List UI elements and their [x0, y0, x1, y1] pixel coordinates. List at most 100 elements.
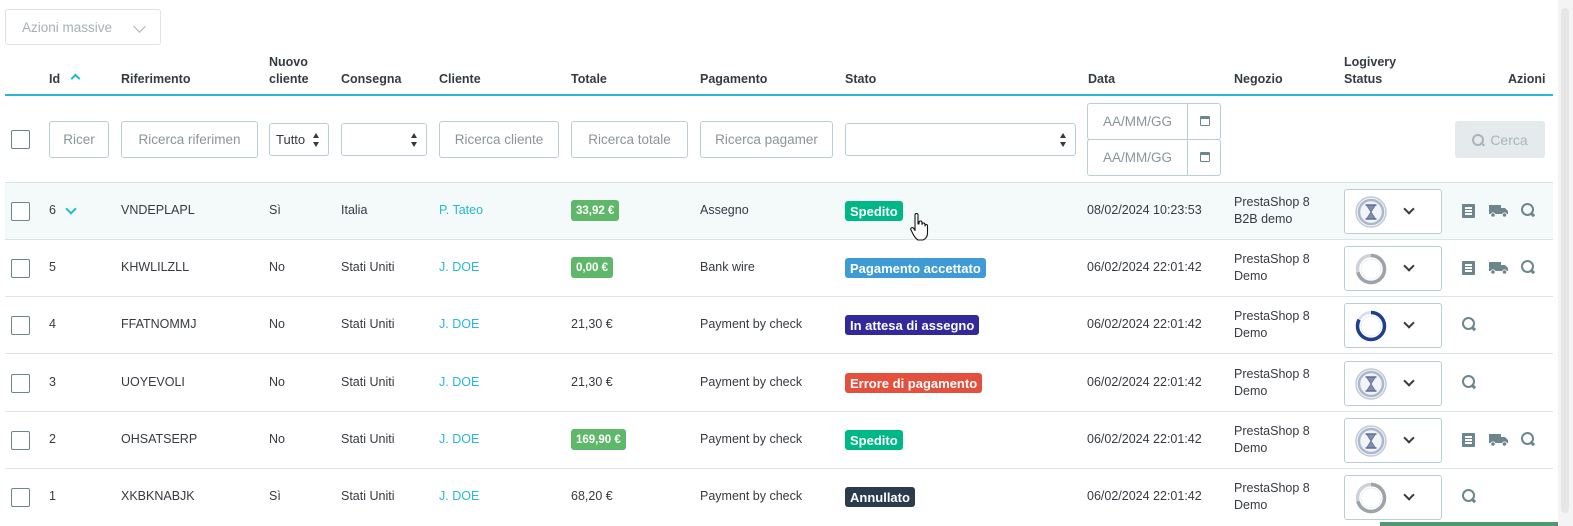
order-store-line1: PrestaShop 8 [1234, 367, 1310, 381]
order-status-badge[interactable]: Errore di pagamento [845, 373, 983, 393]
row-checkbox[interactable] [11, 431, 30, 450]
row-checkbox[interactable] [11, 259, 30, 278]
row-checkbox[interactable] [11, 202, 30, 221]
header-status[interactable]: Stato [845, 71, 876, 87]
order-client-link[interactable]: J. DOE [439, 317, 479, 331]
select-arrows-icon [411, 133, 418, 147]
header-total[interactable]: Totale [571, 71, 607, 87]
bottom-edge-strip [1380, 522, 1558, 526]
logivery-status-dropdown[interactable] [1344, 246, 1442, 291]
progress-ring-gray-icon [1355, 482, 1387, 514]
logivery-status-dropdown[interactable] [1344, 475, 1442, 520]
order-client-link[interactable]: J. DOE [439, 489, 479, 503]
row-checkbox[interactable] [11, 316, 30, 335]
order-id: 3 [49, 375, 56, 389]
order-client-link[interactable]: J. DOE [439, 432, 479, 446]
search-button-label: Cerca [1490, 131, 1528, 148]
select-arrows-icon [313, 133, 320, 147]
view-magnifier-icon[interactable] [1521, 260, 1535, 274]
filter-id-input[interactable]: Ricer [49, 121, 109, 158]
header-reference[interactable]: Riferimento [121, 71, 190, 87]
row-divider [5, 353, 1553, 354]
order-client-link[interactable]: J. DOE [439, 375, 479, 389]
order-payment: Payment by check [700, 489, 803, 503]
order-client-link[interactable]: P. Tateo [439, 203, 483, 217]
filter-payment-input[interactable]: Ricerca pagamer [700, 121, 833, 158]
order-client-link[interactable]: J. DOE [439, 260, 479, 274]
filter-total-input[interactable]: Ricerca totale [571, 121, 688, 158]
header-store[interactable]: Negozio [1234, 71, 1283, 87]
logivery-status-dropdown[interactable] [1344, 189, 1442, 234]
date-to-placeholder: AA/MM/GG [1103, 150, 1173, 165]
row-divider [5, 468, 1553, 469]
view-magnifier-icon[interactable] [1521, 432, 1535, 446]
progress-ring-blue-icon [1355, 310, 1387, 342]
view-magnifier-icon[interactable] [1462, 317, 1476, 331]
order-status-badge[interactable]: Pagamento accettato [845, 258, 986, 278]
bulk-actions-label: Azioni massive [22, 19, 113, 35]
order-total: 21,30 € [571, 375, 613, 389]
filter-delivery-select[interactable] [341, 123, 427, 156]
invoice-list-icon[interactable] [1462, 433, 1475, 447]
order-reference: OHSATSERP [121, 432, 198, 446]
filter-status-select[interactable] [845, 123, 1076, 156]
filter-reference-input[interactable]: Ricerca riferimen [121, 121, 258, 158]
order-delivery-country: Stati Uniti [341, 432, 395, 446]
date-to-calendar-button[interactable] [1187, 140, 1220, 175]
row-checkbox[interactable] [11, 374, 30, 393]
select-all-checkbox[interactable] [11, 130, 30, 149]
order-new-client: No [269, 375, 285, 389]
truck-icon[interactable] [1489, 204, 1509, 221]
invoice-list-icon[interactable] [1462, 204, 1475, 218]
order-delivery-country: Italia [341, 203, 368, 217]
chevron-down-icon [1403, 489, 1415, 501]
order-new-client: No [269, 432, 285, 446]
filter-client-input[interactable]: Ricerca cliente [439, 121, 559, 158]
date-from-calendar-button[interactable] [1187, 104, 1220, 139]
order-status-badge[interactable]: In attesa di assegno [845, 315, 980, 335]
scrollbar-thumb[interactable] [1561, 8, 1569, 513]
order-status-badge[interactable]: Spedito [845, 430, 903, 450]
view-magnifier-icon[interactable] [1462, 489, 1476, 503]
order-store-line2: Demo [1234, 326, 1268, 340]
header-delivery[interactable]: Consegna [341, 71, 401, 87]
search-button[interactable]: Cerca [1455, 121, 1545, 158]
order-status-badge[interactable]: Annullato [845, 487, 915, 507]
order-status-badge[interactable]: Spedito [845, 201, 903, 221]
view-magnifier-icon[interactable] [1462, 375, 1476, 389]
chevron-down-icon [133, 20, 146, 33]
hovered-row-background [5, 183, 1553, 240]
truck-icon[interactable] [1489, 261, 1509, 278]
bulk-actions-dropdown[interactable]: Azioni massive [5, 9, 161, 45]
order-store-line2: B2B demo [1234, 212, 1293, 226]
header-id[interactable]: Id [49, 71, 60, 87]
view-magnifier-icon[interactable] [1521, 203, 1535, 217]
header-divider [5, 94, 1553, 96]
order-new-client: No [269, 260, 285, 274]
order-store-line2: Demo [1234, 384, 1268, 398]
logivery-status-dropdown[interactable] [1344, 361, 1442, 406]
vertical-scrollbar[interactable] [1558, 0, 1573, 526]
header-client[interactable]: Cliente [439, 71, 481, 87]
filter-new-client-select[interactable]: Tutto [269, 123, 329, 156]
hourglass-status-icon [1355, 425, 1387, 457]
header-payment[interactable]: Pagamento [700, 71, 767, 87]
truck-icon[interactable] [1489, 433, 1509, 450]
header-new-client-line1: Nuovo [269, 55, 308, 69]
filter-date-from[interactable]: AA/MM/GG [1087, 103, 1221, 140]
header-actions: Azioni [1508, 72, 1546, 86]
order-delivery-country: Stati Uniti [341, 375, 395, 389]
filter-total-placeholder: Ricerca totale [588, 132, 671, 147]
filter-date-to[interactable]: AA/MM/GG [1087, 139, 1221, 176]
header-date[interactable]: Data [1088, 71, 1115, 87]
row-checkbox[interactable] [11, 488, 30, 507]
order-total-badge: 0,00 € [571, 257, 613, 278]
logivery-status-dropdown[interactable] [1344, 303, 1442, 348]
order-date: 06/02/2024 22:01:42 [1087, 375, 1202, 389]
order-payment: Payment by check [700, 317, 803, 331]
sort-ascending-icon[interactable] [70, 73, 81, 84]
chevron-down-icon [1403, 375, 1415, 387]
invoice-list-icon[interactable] [1462, 261, 1475, 275]
logivery-status-dropdown[interactable] [1344, 418, 1442, 463]
search-icon [1472, 133, 1485, 146]
